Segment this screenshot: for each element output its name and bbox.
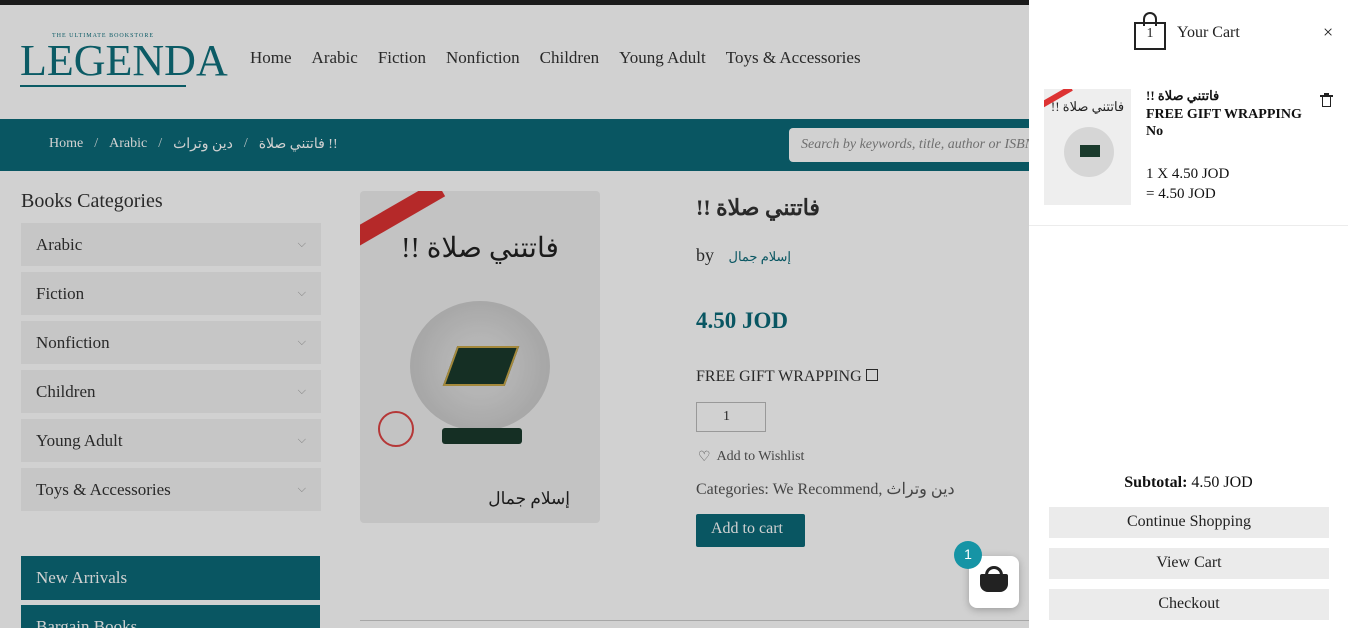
floating-cart-button[interactable]: 1 [954, 541, 1019, 608]
cart-item: فاتتني صلاة !! فاتتني صلاة !! FREE GIFT … [1029, 86, 1348, 226]
basket-icon [980, 574, 1008, 592]
trash-icon[interactable] [1320, 93, 1333, 108]
cart-item-gift-value: No [1146, 124, 1164, 139]
cart-count: 1 [1146, 26, 1154, 41]
cart-item-name[interactable]: فاتتني صلاة !! [1146, 88, 1219, 104]
cart-header: 1 Your Cart × [1029, 0, 1348, 70]
cart-item-qty-line: 1 X 4.50 JOD [1146, 166, 1230, 182]
close-icon[interactable]: × [1323, 22, 1333, 43]
shopping-bag-icon: 1 [1134, 12, 1168, 50]
checkout-button[interactable]: Checkout [1049, 589, 1329, 620]
cart-subtotal-value: 4.50 JOD [1191, 474, 1253, 491]
cart-item-total-line: = 4.50 JOD [1146, 186, 1216, 202]
cart-badge: 1 [954, 541, 982, 569]
continue-shopping-button[interactable]: Continue Shopping [1049, 507, 1329, 538]
page-overlay[interactable] [0, 0, 1029, 628]
cart-subtotal: Subtotal: 4.50 JOD [1124, 474, 1253, 491]
cart-item-thumbnail[interactable]: فاتتني صلاة !! [1044, 89, 1131, 205]
cart-title: Your Cart [1177, 24, 1240, 41]
cart-drawer: 1 Your Cart × فاتتني صلاة !! فاتتني صلاة… [1029, 0, 1348, 628]
view-cart-button[interactable]: View Cart [1049, 548, 1329, 579]
cart-item-gift-label: FREE GIFT WRAPPING [1146, 107, 1302, 122]
